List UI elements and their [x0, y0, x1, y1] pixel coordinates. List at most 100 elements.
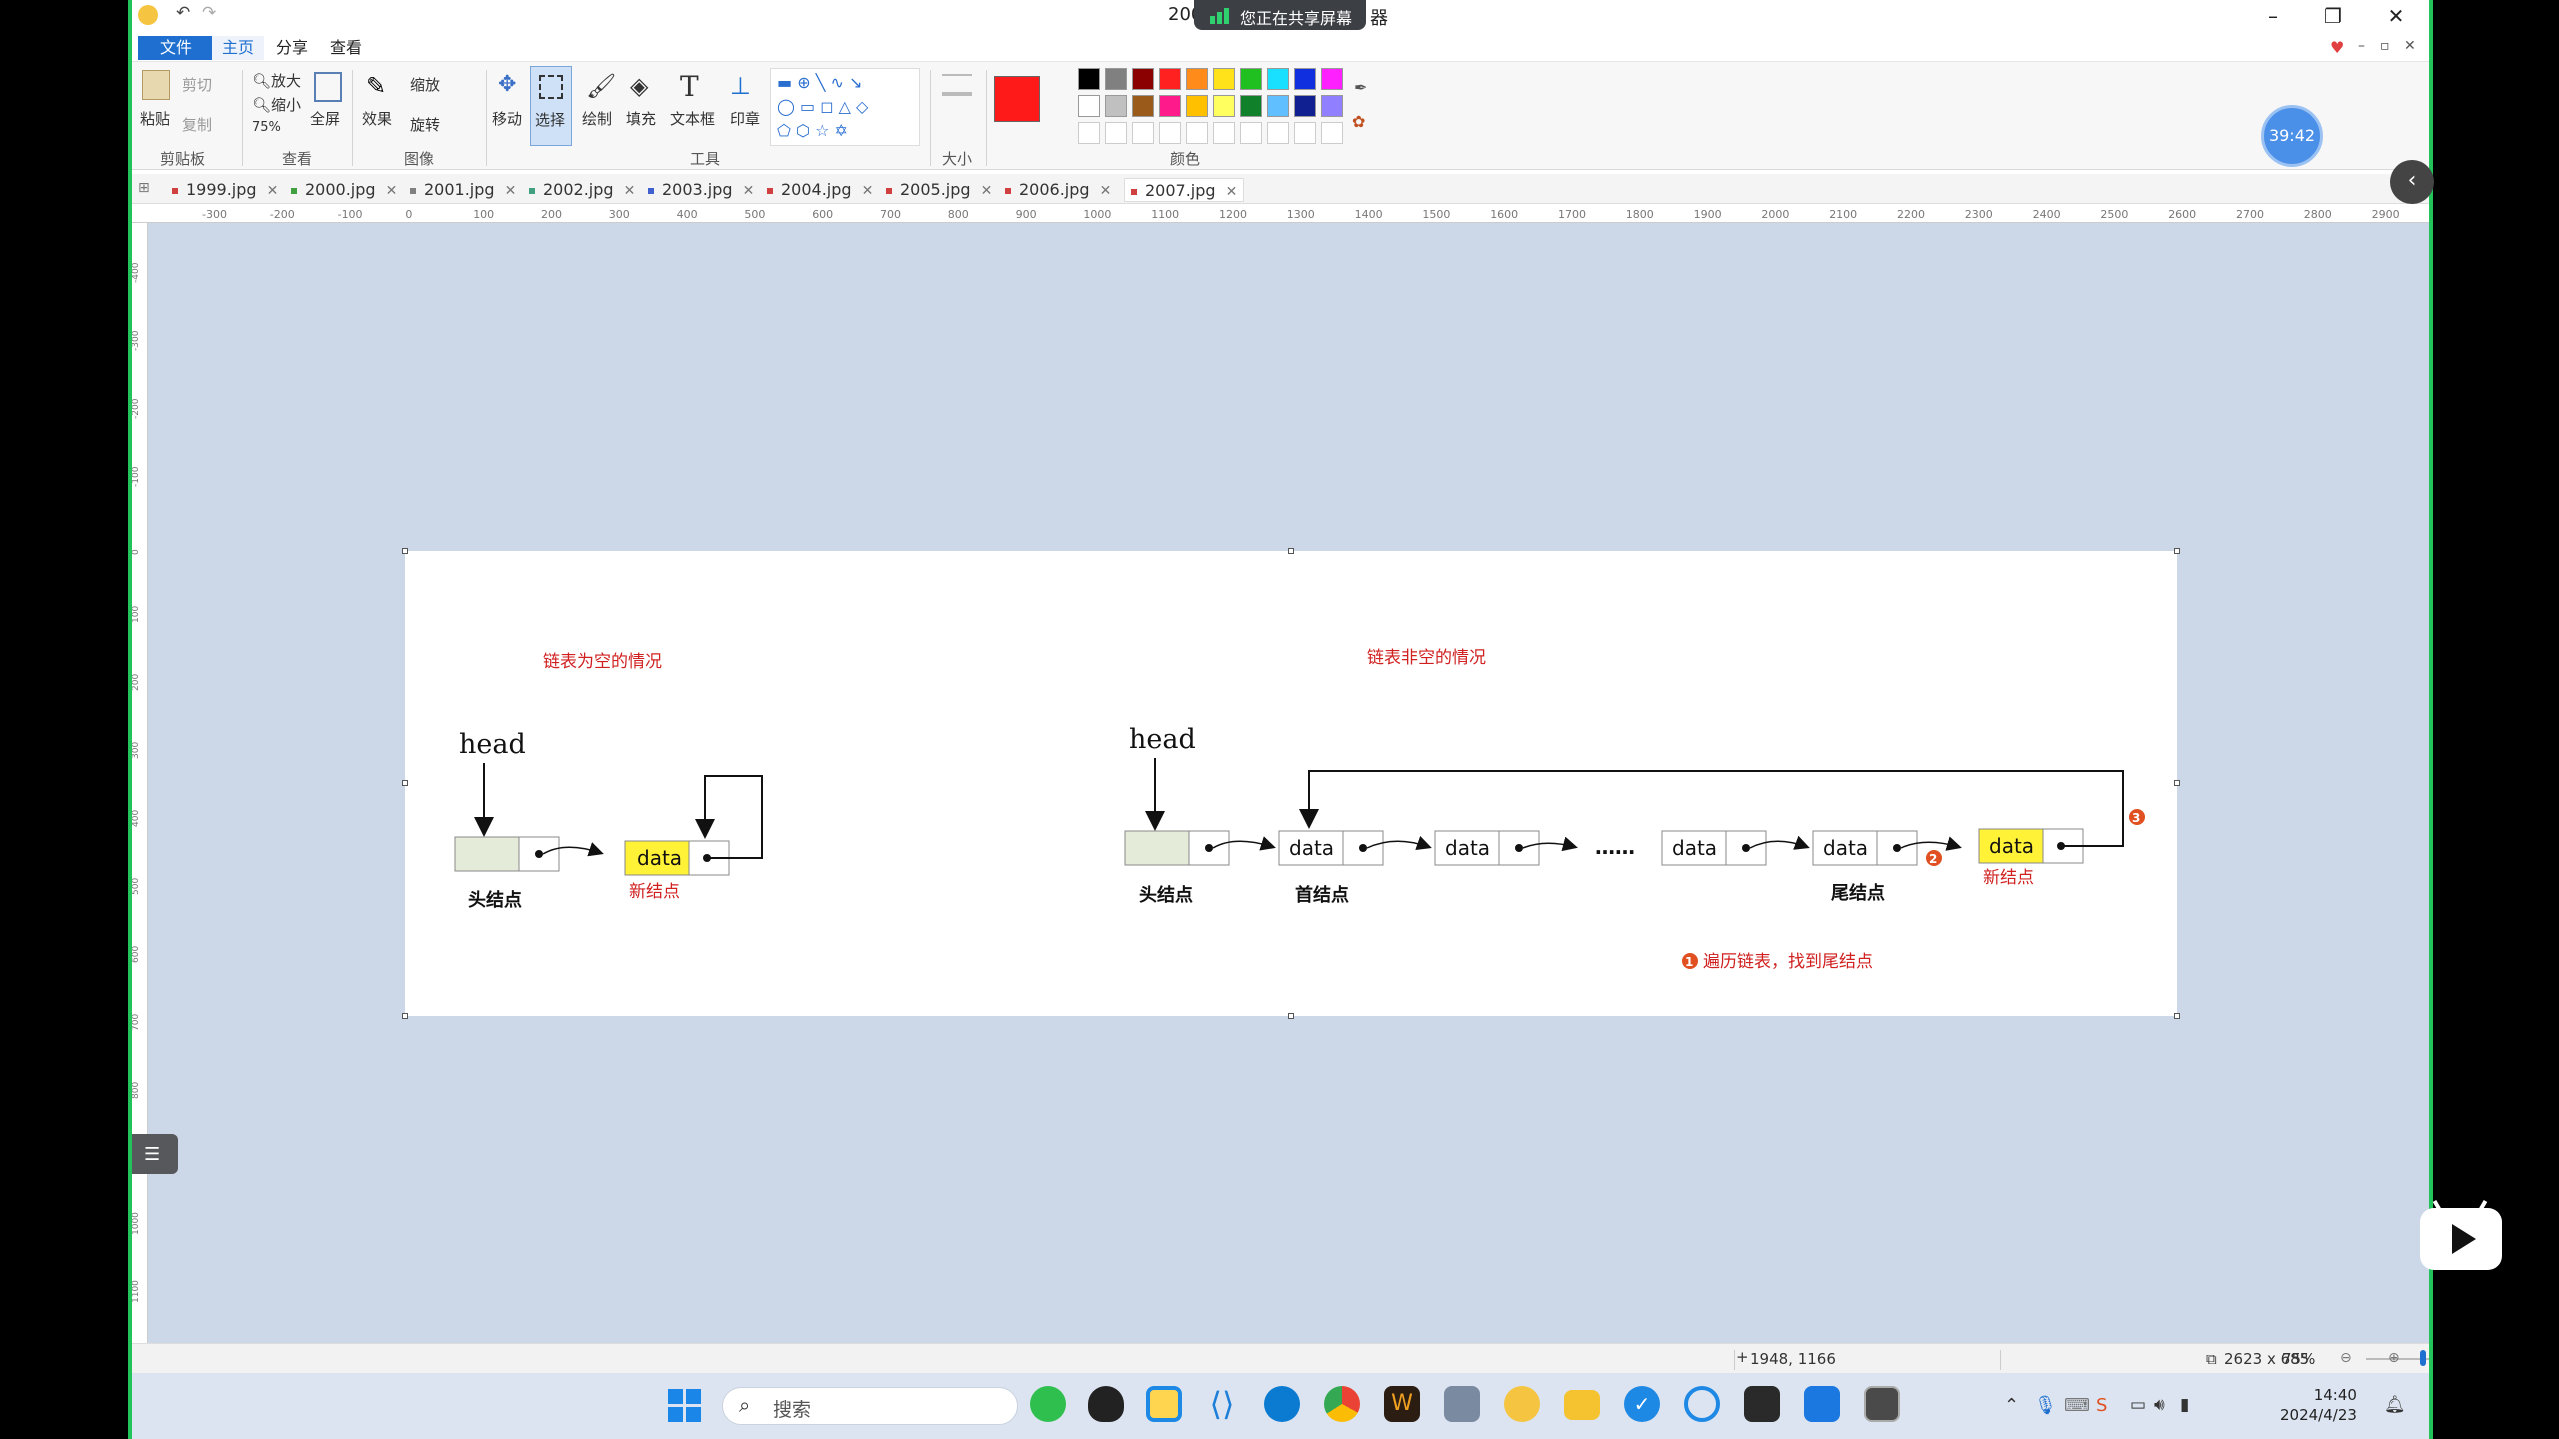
star6-shape-icon[interactable]: ✡ — [835, 121, 848, 140]
file-tab[interactable]: 2001.jpg ✕ — [410, 178, 516, 202]
color-swatch[interactable] — [1267, 95, 1289, 117]
cut-button[interactable]: 剪切 — [182, 74, 212, 95]
zoom-in-status-icon[interactable]: ⊕ — [2388, 1350, 2400, 1366]
file-tab[interactable]: 2005.jpg ✕ — [886, 178, 992, 202]
pentagon-shape-icon[interactable]: ⬠ — [777, 121, 791, 140]
file-tab[interactable]: 2003.jpg ✕ — [648, 178, 754, 202]
zoom-out-button[interactable]: 🔍︎缩小 — [252, 94, 301, 115]
rectangle-shape-icon[interactable]: ▬ — [777, 73, 792, 92]
resize-handle-tc[interactable] — [1288, 548, 1294, 554]
custom-color-slot[interactable] — [1159, 122, 1181, 144]
color-swatch[interactable] — [1078, 68, 1100, 90]
color-swatch[interactable] — [1186, 68, 1208, 90]
color-swatch[interactable] — [1294, 68, 1316, 90]
shapes-gallery[interactable]: ▬ ⊕ ╲ ∿ ↘ ◯ ▭ ◻ △ ◇ ⬠ ⬡ ☆ ✡ — [770, 68, 920, 146]
effects-button[interactable]: 效果 — [362, 108, 392, 129]
color-swatch[interactable] — [1240, 95, 1262, 117]
image-viewer-taskbar-icon[interactable] — [1504, 1386, 1540, 1422]
resize-handle-mr[interactable] — [2174, 780, 2180, 786]
select-tool[interactable]: 选择 — [530, 66, 572, 146]
color-swatch[interactable] — [1294, 95, 1316, 117]
custom-color-slot[interactable] — [1105, 122, 1127, 144]
screen-share-banner[interactable]: 您正在共享屏幕 — [1194, 0, 1366, 30]
file-tab[interactable]: 2004.jpg ✕ — [767, 178, 873, 202]
box-shape-icon[interactable]: ▭ — [800, 97, 815, 116]
zoom-in-button[interactable]: 🔍︎放大 — [252, 70, 301, 91]
tab-close-icon[interactable]: ✕ — [1100, 183, 1112, 199]
tab-close-icon[interactable]: ✕ — [743, 183, 755, 199]
draw-button[interactable]: 绘制 — [582, 108, 612, 129]
color-swatch[interactable] — [1105, 68, 1127, 90]
color-swatch[interactable] — [1078, 95, 1100, 117]
file-explorer-icon[interactable] — [1564, 1390, 1600, 1420]
custom-color-slot[interactable] — [1132, 122, 1154, 144]
text-icon[interactable]: T — [680, 70, 708, 103]
bilibili-play-icon[interactable] — [2420, 1199, 2502, 1270]
color-wheel-icon[interactable]: ✿ — [1352, 112, 1365, 131]
taskbar-search[interactable]: ⌕ 搜索 — [722, 1387, 1018, 1425]
redo-icon[interactable]: ↷ — [202, 3, 216, 23]
wps-icon[interactable]: W — [1384, 1386, 1420, 1422]
calculator-icon[interactable] — [1444, 1386, 1480, 1422]
move-button[interactable]: 移动 — [492, 108, 522, 129]
ime-icon[interactable]: ⌨ — [2064, 1395, 2090, 1416]
effects-icon[interactable]: ✎ — [366, 72, 394, 102]
curve-shape-icon[interactable]: ∿ — [830, 73, 843, 92]
primary-color-swatch[interactable] — [994, 76, 1040, 122]
color-swatch[interactable] — [1213, 95, 1235, 117]
zoom-level[interactable]: 75% — [252, 120, 281, 135]
stamp-icon[interactable]: ⊥ — [730, 72, 758, 102]
menu-view[interactable]: 查看 — [320, 36, 372, 60]
color-swatch[interactable] — [1105, 95, 1127, 117]
app-switcher-icon[interactable] — [1146, 1386, 1182, 1422]
mini-restore-button[interactable]: ▫ — [2380, 38, 2390, 54]
fill-bucket-icon[interactable]: ◈ — [630, 72, 658, 102]
taskbar-clock[interactable]: 14:40 2024/4/23 — [2280, 1385, 2357, 1425]
wechat-icon[interactable] — [1030, 1386, 1066, 1422]
resize-handle-bl[interactable] — [402, 1013, 408, 1019]
color-swatch[interactable] — [1159, 95, 1181, 117]
opened-image[interactable]: 链表为空的情况 head 头结点 data 新结点 链表非空的情况 head 头… — [405, 551, 2177, 1016]
color-swatch[interactable] — [1321, 68, 1343, 90]
eyedropper-icon[interactable]: ✒ — [1354, 78, 1367, 97]
tab-close-icon[interactable]: ✕ — [624, 183, 636, 199]
paste-button[interactable]: 粘贴 — [140, 108, 170, 129]
move-icon[interactable]: ✥ — [498, 72, 526, 102]
color-swatch[interactable] — [1159, 68, 1181, 90]
callout-shape-icon[interactable]: ◻ — [820, 97, 833, 116]
menu-file[interactable]: 文件 — [138, 36, 215, 60]
undo-icon[interactable]: ↶ — [176, 3, 190, 23]
file-tab[interactable]: 1999.jpg ✕ — [172, 178, 278, 202]
fullscreen-button[interactable]: 全屏 — [310, 108, 340, 129]
resize-handle-bc[interactable] — [1288, 1013, 1294, 1019]
collapse-side-button[interactable]: ‹ — [2390, 160, 2434, 204]
color-swatch[interactable] — [1321, 95, 1343, 117]
restore-button[interactable]: ❐ — [2313, 2, 2353, 30]
custom-color-slot[interactable] — [1186, 122, 1208, 144]
star-shape-icon[interactable]: ☆ — [815, 121, 829, 140]
custom-color-slot[interactable] — [1213, 122, 1235, 144]
hexagon-shape-icon[interactable]: ⬡ — [796, 121, 810, 140]
qq-icon[interactable] — [1088, 1386, 1124, 1422]
timer-badge[interactable]: 39:42 — [2261, 105, 2323, 167]
custom-color-slot[interactable] — [1294, 122, 1316, 144]
battery-icon[interactable]: ▮ — [2180, 1395, 2189, 1415]
custom-color-slot[interactable] — [1240, 122, 1262, 144]
line-size-icon[interactable] — [942, 74, 972, 96]
stamp-button[interactable]: 印章 — [730, 108, 760, 129]
file-tab[interactable]: 2000.jpg ✕ — [291, 178, 397, 202]
tab-close-icon[interactable]: ✕ — [505, 183, 517, 199]
diamond-shape-icon[interactable]: ◇ — [856, 97, 868, 116]
menu-home[interactable]: 主页 — [212, 36, 265, 60]
meeting-app-icon[interactable] — [1804, 1386, 1840, 1422]
mini-minimize-button[interactable]: – — [2358, 38, 2365, 54]
terminal-app-icon[interactable] — [1744, 1386, 1780, 1422]
resize-handle-br[interactable] — [2174, 1013, 2180, 1019]
volume-icon[interactable]: 🔊︎ — [2154, 1395, 2165, 1415]
rotate-button[interactable]: 旋转 — [410, 114, 440, 135]
edge-icon[interactable] — [1264, 1386, 1300, 1422]
file-tab[interactable]: 2007.jpg ✕ — [1124, 178, 1245, 202]
zoom-slider-thumb[interactable] — [2420, 1350, 2426, 1366]
ellipse-shape-icon[interactable]: ◯ — [777, 97, 795, 116]
resize-handle-ml[interactable] — [402, 780, 408, 786]
